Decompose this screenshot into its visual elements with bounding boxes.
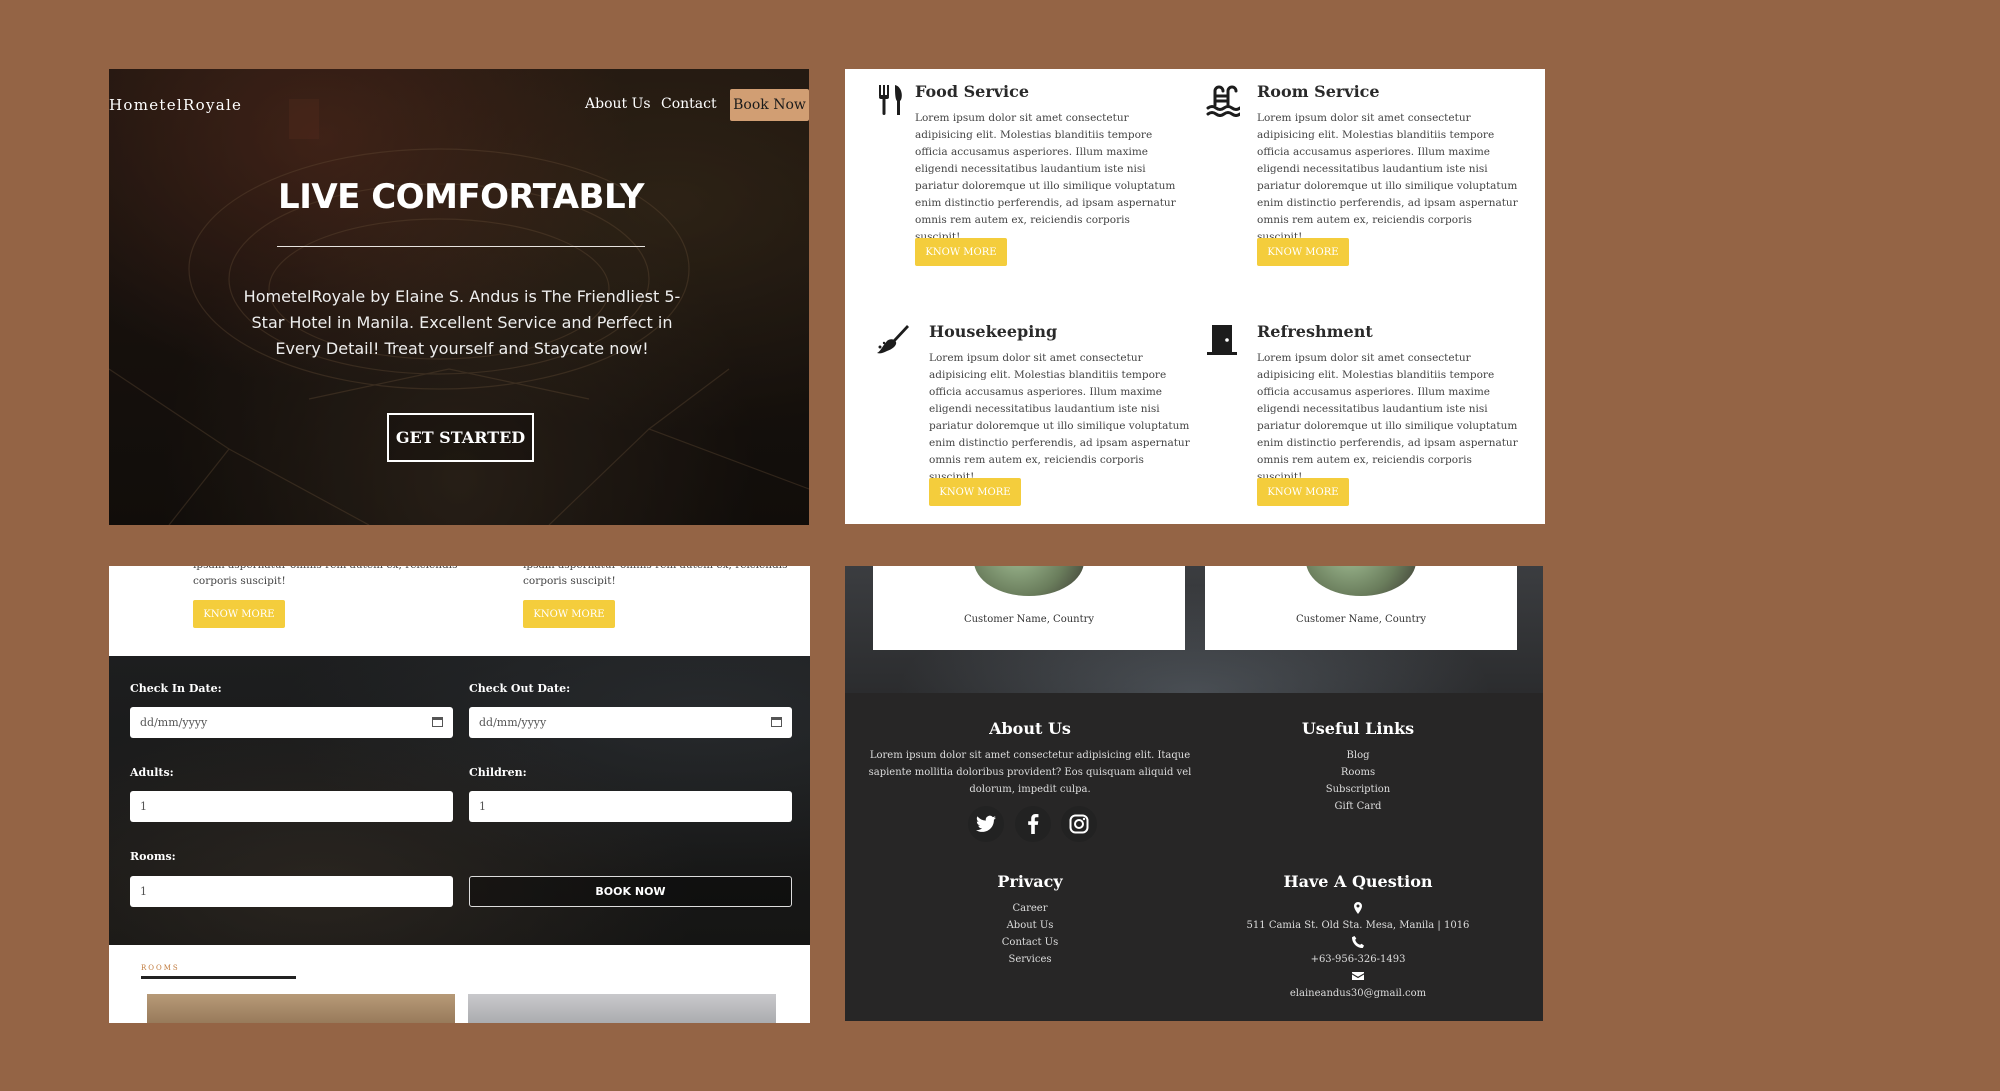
footer-link-subscription[interactable]: Subscription	[1188, 781, 1528, 798]
check-out-label: Check Out Date:	[469, 682, 571, 695]
service-text-end-left: corporis suscipit!	[193, 575, 286, 587]
footer-useful-links-heading: Useful Links	[1301, 719, 1415, 738]
children-value: 1	[479, 800, 486, 813]
check-in-label: Check In Date:	[130, 682, 222, 695]
twitter-icon[interactable]	[968, 806, 1004, 842]
service-title-refreshment: Refreshment	[1257, 322, 1373, 341]
avatar	[974, 566, 1084, 596]
footer-about-heading: About Us	[989, 719, 1071, 738]
brand-logo[interactable]: HometelRoyale	[109, 96, 242, 114]
check-in-input[interactable]: dd/mm/yyyy	[130, 707, 453, 738]
customer-name: Customer Name, Country	[1295, 614, 1427, 625]
footer-link-blog[interactable]: Blog	[1188, 747, 1528, 764]
hero-divider	[277, 246, 645, 247]
footer-question-heading: Have A Question	[1283, 872, 1433, 891]
map-marker-icon	[1354, 902, 1362, 914]
service-title-room: Room Service	[1257, 82, 1380, 101]
footer-useful-links: Blog Rooms Subscription Gift Card	[1188, 747, 1528, 815]
book-now-submit-button[interactable]: BOOK NOW	[469, 876, 792, 907]
check-out-placeholder: dd/mm/yyyy	[479, 716, 547, 729]
door-icon	[1207, 325, 1237, 355]
footer-privacy-heading: Privacy	[997, 872, 1063, 891]
footer-link-contact-us[interactable]: Contact Us	[860, 934, 1200, 951]
check-out-input[interactable]: dd/mm/yyyy	[469, 707, 792, 738]
footer-email[interactable]: elaineandus30@gmail.com	[1188, 988, 1528, 999]
know-more-button-refreshment[interactable]: KNOW MORE	[1257, 478, 1349, 506]
get-started-button[interactable]: GET STARTED	[387, 413, 534, 462]
know-more-button-food[interactable]: KNOW MORE	[915, 238, 1007, 266]
fork-knife-icon	[879, 85, 902, 115]
footer-link-rooms[interactable]: Rooms	[1188, 764, 1528, 781]
hero-description: HometelRoyale by Elaine S. Andus is The …	[243, 287, 681, 358]
nav-contact[interactable]: Contact	[661, 96, 717, 112]
envelope-icon	[1352, 972, 1364, 980]
service-text-room: Lorem ipsum dolor sit amet consectetur a…	[1257, 112, 1518, 243]
service-text-housekeeping: Lorem ipsum dolor sit amet consectetur a…	[929, 352, 1190, 483]
footer-link-gift-card[interactable]: Gift Card	[1188, 798, 1528, 815]
service-title-food: Food Service	[915, 82, 1030, 101]
room-image[interactable]	[147, 994, 455, 1023]
rooms-label: Rooms:	[130, 850, 176, 863]
book-now-button[interactable]: Book Now	[730, 89, 809, 121]
know-more-button-room[interactable]: KNOW MORE	[1257, 238, 1349, 266]
children-label: Children:	[469, 766, 527, 779]
adults-label: Adults:	[130, 766, 174, 779]
adults-input[interactable]: 1	[130, 791, 453, 822]
footer-panel: Customer Name, Country Customer Name, Co…	[845, 566, 1543, 1021]
footer-link-career[interactable]: Career	[860, 900, 1200, 917]
service-text-refreshment: Lorem ipsum dolor sit amet consectetur a…	[1257, 352, 1518, 483]
customer-name: Customer Name, Country	[963, 614, 1095, 625]
footer-link-services[interactable]: Services	[860, 951, 1200, 968]
footer-about-text: Lorem ipsum dolor sit amet consectetur a…	[868, 750, 1192, 795]
rooms-input[interactable]: 1	[130, 876, 453, 907]
instagram-icon[interactable]	[1061, 806, 1097, 842]
children-input[interactable]: 1	[469, 791, 792, 822]
phone-icon	[1352, 936, 1364, 948]
adults-value: 1	[140, 800, 147, 813]
service-text-end-right: corporis suscipit!	[523, 575, 616, 587]
footer-link-about-us[interactable]: About Us	[860, 917, 1200, 934]
testimonial-card: Customer Name, Country	[873, 566, 1185, 650]
room-image[interactable]	[468, 994, 776, 1023]
know-more-button-housekeeping[interactable]: KNOW MORE	[929, 478, 1021, 506]
nav-about-us[interactable]: About Us	[585, 96, 651, 112]
broom-icon	[877, 325, 909, 354]
footer-phone: +63-956-326-1493	[1310, 954, 1406, 965]
hero-title: LIVE COMFORTABLY	[277, 177, 645, 217]
know-more-button-left[interactable]: KNOW MORE	[193, 600, 285, 628]
hero-title-text: LIVE COMFORTABLY	[278, 177, 644, 217]
testimonial-card: Customer Name, Country	[1205, 566, 1517, 650]
footer-privacy-links: Career About Us Contact Us Services	[860, 900, 1200, 968]
facebook-icon[interactable]	[1015, 806, 1051, 842]
check-in-placeholder: dd/mm/yyyy	[140, 716, 208, 729]
service-text-food: Lorem ipsum dolor sit amet consectetur a…	[915, 112, 1176, 243]
service-title-housekeeping: Housekeeping	[929, 322, 1058, 341]
booking-panel: ipsam aspernatur omnis rem autem ex, rei…	[109, 566, 810, 1023]
calendar-icon[interactable]	[771, 716, 782, 727]
footer-address: 511 Camia St. Old Sta. Mesa, Manila | 10…	[1246, 920, 1470, 931]
hero-panel: HometelRoyale About Us Contact Book Now …	[109, 69, 809, 525]
swimming-pool-icon	[1206, 85, 1240, 117]
rooms-section-divider	[141, 976, 296, 979]
know-more-button-right[interactable]: KNOW MORE	[523, 600, 615, 628]
calendar-icon[interactable]	[432, 716, 443, 727]
rooms-value: 1	[140, 885, 147, 898]
services-panel: Food Service Lorem ipsum dolor sit amet …	[845, 69, 1545, 524]
rooms-section-label: ROOMS	[141, 964, 180, 972]
avatar	[1306, 566, 1416, 596]
